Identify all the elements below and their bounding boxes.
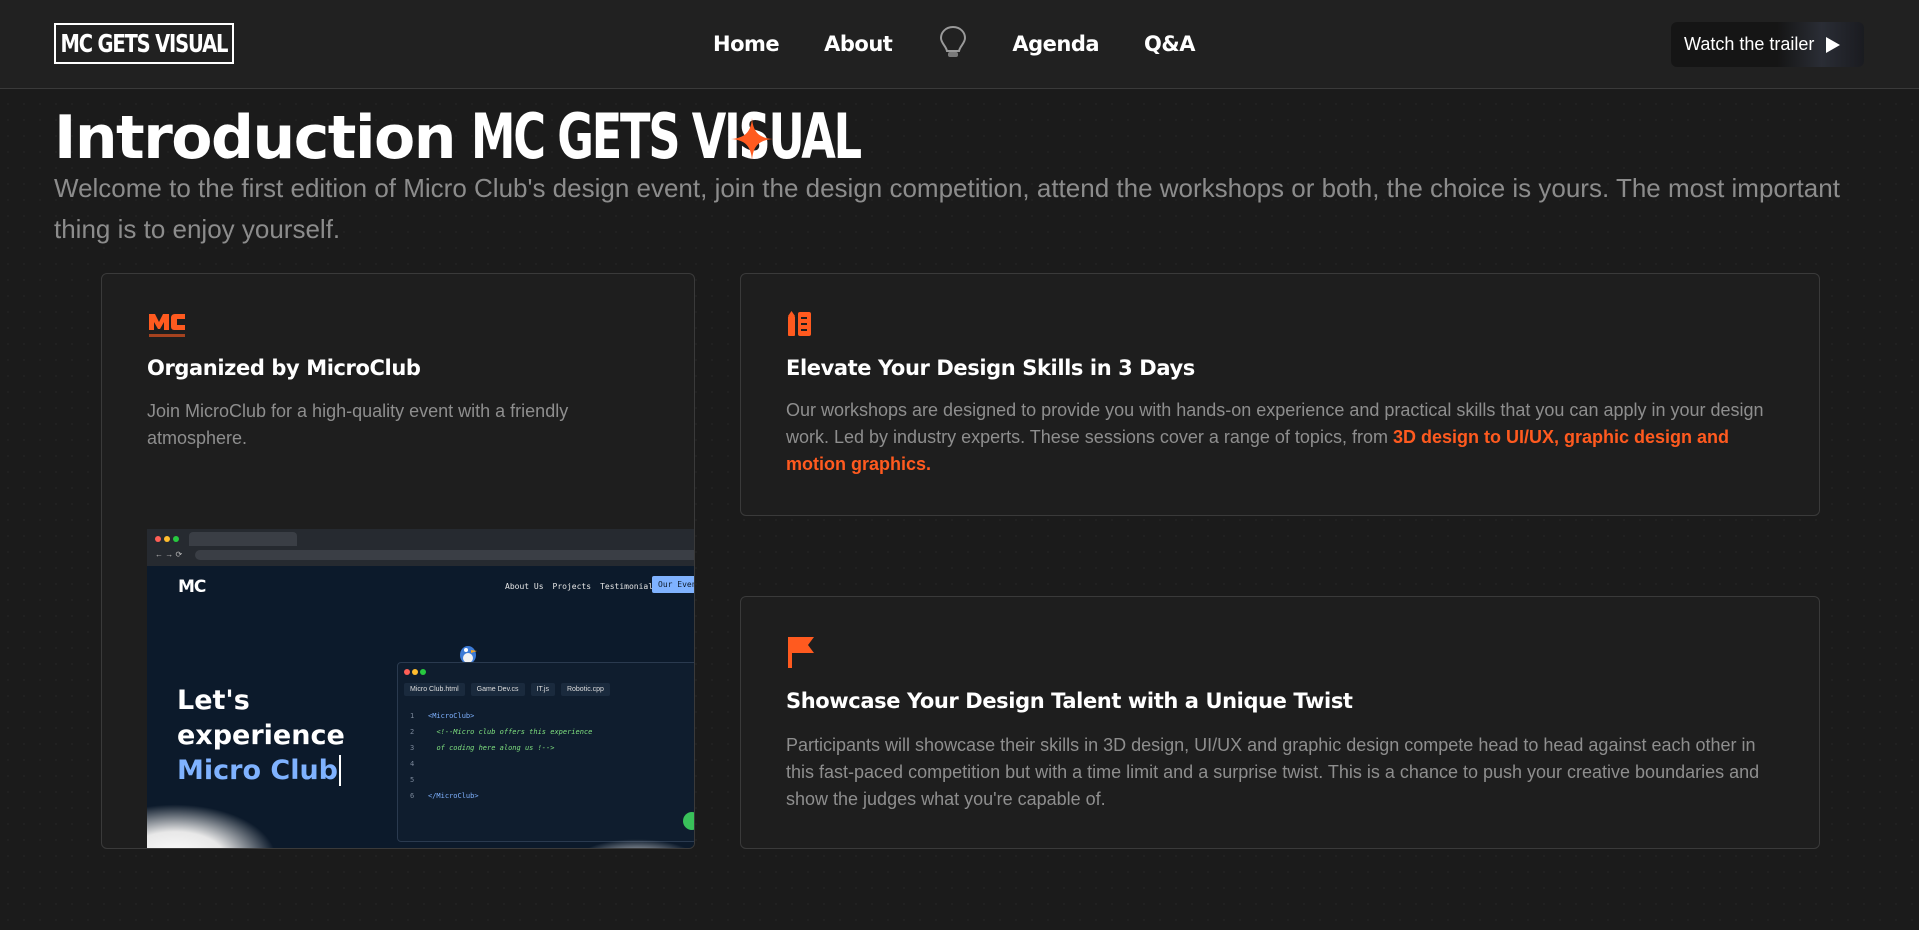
browser-nav-icons: ← → ⟳ [155, 550, 183, 559]
card-competition: Showcase Your Design Talent with a Uniqu… [740, 596, 1820, 849]
preview-cta: Our Even [652, 576, 694, 593]
preview-link: Testimonials [600, 582, 658, 591]
flag-icon [788, 637, 814, 668]
preview-logo: MC [178, 577, 206, 597]
microclub-logo-icon [149, 314, 185, 337]
intro-paragraph: Welcome to the first edition of Micro Cl… [54, 173, 1840, 244]
save-icon [683, 812, 694, 830]
card-title: Elevate Your Design Skills in 3 Days [786, 356, 1195, 380]
nav-about-link[interactable]: About [824, 32, 893, 56]
card-text: Join MicroClub for a high-quality event … [147, 401, 569, 448]
main-menu: Home About Agenda Q&A [713, 25, 1195, 60]
cloud-decoration [147, 804, 277, 848]
code-lines: 1 <MicroClub> 2 <!--Micro club offers thi… [410, 712, 593, 800]
preview-link: About Us [505, 582, 544, 591]
browser-toolbar: ← → ⟳ [147, 529, 694, 566]
site-preview-image: ← → ⟳ MC About Us Projects Testimonials … [147, 529, 694, 848]
pencil-ruler-icon [788, 311, 811, 336]
card-title: Organized by MicroClub [147, 356, 421, 380]
lightbulb-icon[interactable] [937, 24, 969, 60]
watch-trailer-label: Watch the trailer [1684, 34, 1815, 54]
card-title: Showcase Your Design Talent with a Uniqu… [786, 689, 1353, 713]
page-title: Introduction MC GETS VISUAL [54, 100, 1011, 173]
preview-links: About Us Projects Testimonials [505, 582, 658, 591]
site-logo[interactable]: MC GETS VISUAL [54, 23, 234, 64]
code-line: <MicroClub> [428, 712, 475, 720]
title-introduction: Introduction [54, 103, 456, 173]
card-workshops: Elevate Your Design Skills in 3 Days Our… [740, 273, 1820, 516]
code-line: </MicroClub> [428, 792, 479, 800]
play-icon [1826, 36, 1841, 53]
code-editor: Micro Club.html Game Dev.cs IT.js Roboti… [397, 662, 694, 842]
cloud-decoration [577, 839, 694, 848]
preview-hero-text: Let's experience Micro Club [177, 685, 345, 786]
editor-tab: Micro Club.html [404, 683, 465, 696]
code-line: of coding here along us !--> [436, 744, 555, 752]
card-text: Our workshops are designed to provide yo… [786, 400, 1764, 474]
title-brand: MC GETS VISUAL [470, 100, 862, 173]
watch-trailer-button[interactable]: Watch the trailer [1671, 22, 1864, 67]
card-organized-by: Organized by MicroClub Join MicroClub fo… [101, 273, 695, 849]
editor-tab: Game Dev.cs [470, 683, 525, 696]
sparkle-icon [731, 118, 773, 160]
editor-tab: Robotic.cpp [560, 683, 610, 696]
editor-tab: IT.js [530, 683, 555, 696]
code-line: <!--Micro club offers this experience [436, 728, 593, 736]
card-text: Participants will showcase their skills … [786, 735, 1760, 809]
nav-home-link[interactable]: Home [713, 32, 780, 56]
editor-tabs: Micro Club.html Game Dev.cs IT.js Roboti… [404, 683, 610, 696]
preview-link: Projects [552, 582, 592, 591]
nav-agenda-link[interactable]: Agenda [1012, 32, 1099, 56]
nav-qa-link[interactable]: Q&A [1144, 32, 1195, 56]
top-navbar: MC GETS VISUAL Home About Agenda Q&A Wat… [0, 0, 1919, 89]
